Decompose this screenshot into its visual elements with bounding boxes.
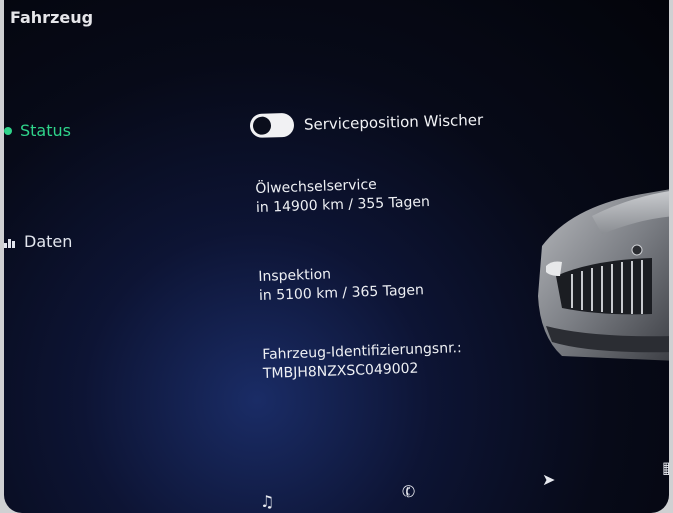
statistics-icon: [4, 236, 16, 248]
sidebar-item-daten[interactable]: Daten: [4, 232, 72, 251]
active-indicator-icon: [4, 126, 12, 135]
inspection-info: Inspektion in 5100 km / 365 Tagen: [258, 262, 424, 306]
sidebar-item-label: Status: [20, 121, 71, 140]
page-title: Fahrzeug: [10, 8, 94, 27]
wiper-service-toggle-row[interactable]: Serviceposition Wischer: [249, 108, 484, 138]
sidebar-item-status[interactable]: Status: [4, 121, 71, 140]
sidebar-item-label: Daten: [24, 232, 73, 251]
vin-info: Fahrzeug-Identifizierungsnr.: TMBJH8NZXS…: [262, 339, 463, 384]
toggle-label: Serviceposition Wischer: [303, 110, 484, 134]
navigation-icon[interactable]: ➤: [542, 470, 555, 489]
oil-service-info: Ölwechselservice in 14900 km / 355 Tagen: [255, 174, 430, 218]
phone-icon[interactable]: ✆: [399, 480, 418, 502]
music-icon[interactable]: ♫: [260, 492, 274, 511]
wiper-service-toggle[interactable]: [249, 112, 295, 138]
car-image: [538, 189, 669, 361]
infotainment-screen: Fahrzeug Status Daten Serviceposition Wi…: [4, 0, 669, 513]
apps-grid-icon[interactable]: ▦: [662, 458, 669, 477]
